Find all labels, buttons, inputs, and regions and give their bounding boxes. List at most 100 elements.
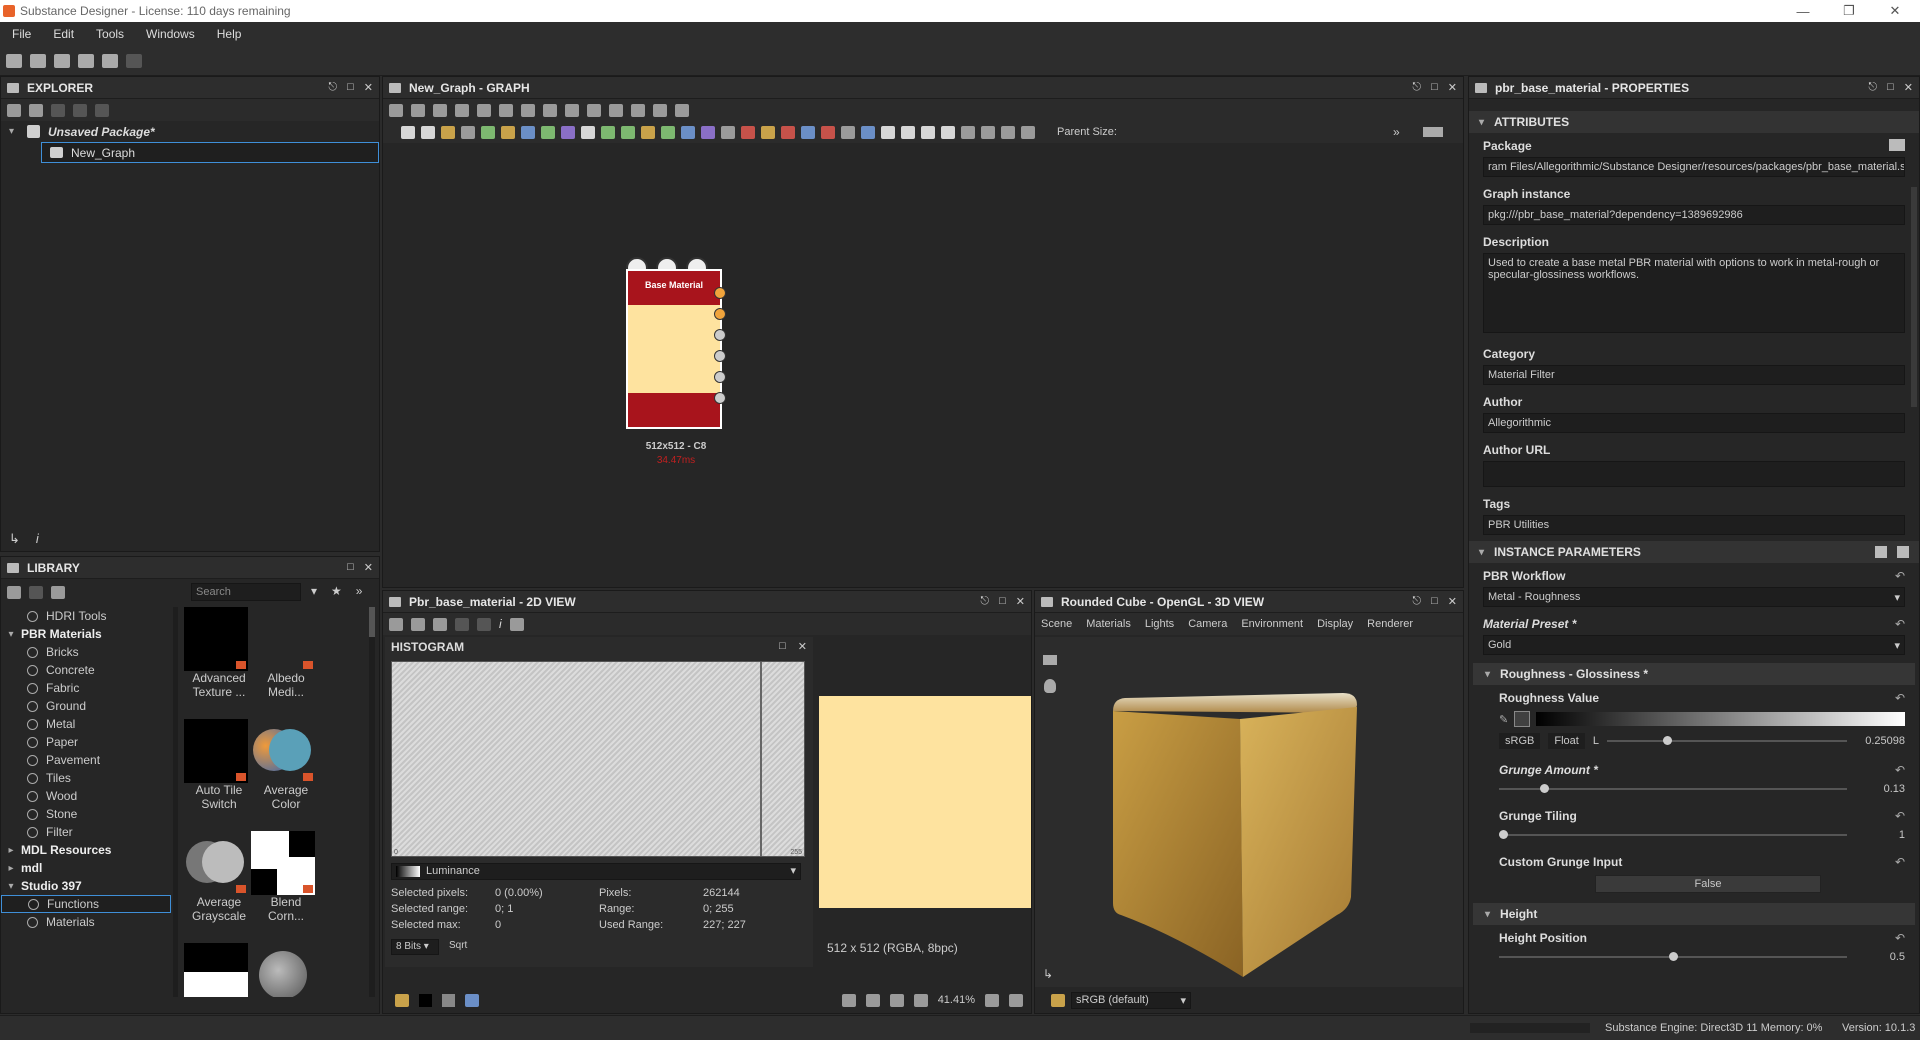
chevron-down-icon[interactable]: ▾	[9, 126, 27, 137]
rough-gradient-bar[interactable]	[1536, 712, 1905, 726]
layers-icon[interactable]	[395, 993, 409, 1007]
fit-icon[interactable]	[389, 103, 403, 117]
menu-file[interactable]: File	[12, 27, 31, 41]
info-icon[interactable]: i	[499, 617, 502, 631]
node-color-icon[interactable]	[441, 125, 455, 139]
tile-icon[interactable]	[455, 617, 469, 631]
node-transform-icon[interactable]	[521, 125, 535, 139]
chevron-right-icon[interactable]: ▸	[1, 863, 21, 874]
menu-camera[interactable]: Camera	[1188, 618, 1227, 630]
node-output-icon[interactable]	[721, 125, 735, 139]
branch-icon[interactable]	[587, 103, 601, 117]
output-port[interactable]	[714, 287, 726, 299]
more-icon[interactable]: »	[356, 584, 363, 598]
filter-icon[interactable]: ▾	[311, 584, 317, 598]
save-icon[interactable]	[78, 53, 94, 68]
node-warning-icon[interactable]	[761, 125, 775, 139]
library-group[interactable]: ▸ MDL Resources	[1, 841, 171, 859]
toolbar-overflow-icon[interactable]: »	[1393, 125, 1400, 139]
center-icon[interactable]	[913, 993, 928, 1007]
float-toggle[interactable]: Float	[1548, 733, 1585, 749]
close-panel-icon[interactable]: ✕	[1904, 81, 1913, 94]
library-item[interactable]: Tiles	[1, 769, 171, 787]
reset-icon[interactable]: ↶	[1895, 691, 1905, 705]
graph-options-icon[interactable]	[1423, 127, 1443, 137]
menu-tools[interactable]: Tools	[96, 27, 124, 41]
refresh-icon[interactable]	[29, 585, 43, 599]
library-group[interactable]: ▸ mdl	[1, 859, 171, 877]
node-value-icon[interactable]	[921, 125, 935, 139]
3d-viewport[interactable]: ↳	[1035, 637, 1463, 987]
colorspace-select[interactable]: sRGB (default) ▾	[1071, 991, 1191, 1009]
grunge-amount-value[interactable]: 0.13	[1855, 783, 1905, 795]
float-icon[interactable]: □	[999, 595, 1006, 608]
align-icon[interactable]	[499, 103, 513, 117]
bg-checker-icon[interactable]	[442, 993, 455, 1007]
thumb-blend-corners[interactable]	[251, 831, 315, 895]
library-group[interactable]: ▾ Studio 397	[1, 877, 171, 895]
custom-grunge-button[interactable]: False	[1595, 875, 1821, 893]
library-item[interactable]: Pavement	[1, 751, 171, 769]
pan-icon[interactable]	[411, 103, 425, 117]
grunge-tiling-value[interactable]: 1	[1855, 829, 1905, 841]
close-panel-icon[interactable]: ✕	[798, 640, 807, 653]
float-icon[interactable]: □	[1431, 595, 1438, 608]
float-icon[interactable]: □	[779, 640, 786, 653]
node-noise-icon[interactable]	[701, 125, 715, 139]
pin-icon[interactable]: ⎋	[1412, 81, 1421, 94]
reset-icon[interactable]: ↶	[1895, 763, 1905, 777]
close-panel-icon[interactable]: ✕	[364, 561, 373, 574]
thumb-albedo[interactable]	[251, 607, 315, 671]
package-field[interactable]: ram Files/Allegorithmic/Substance Design…	[1483, 157, 1905, 177]
output-port[interactable]	[714, 350, 726, 362]
sqrt-toggle[interactable]: Sqrt	[449, 940, 467, 951]
pin-icon[interactable]: ⎋	[1868, 81, 1877, 94]
node-svg-icon[interactable]	[421, 125, 435, 139]
output-port[interactable]	[714, 392, 726, 404]
preset-select[interactable]: Gold ▾	[1483, 635, 1905, 655]
crop-icon[interactable]	[675, 103, 689, 117]
library-item[interactable]: HDRI Tools	[1, 607, 171, 625]
float-icon[interactable]: □	[347, 81, 354, 94]
node-frame-icon[interactable]	[941, 125, 955, 139]
library-item[interactable]: Metal	[1, 715, 171, 733]
layout-icon[interactable]	[521, 103, 535, 117]
author-url-field[interactable]	[1483, 461, 1905, 487]
bits-select[interactable]: 8 Bits ▾	[391, 939, 439, 955]
node-body[interactable]: Base Material	[626, 269, 722, 429]
add-library-icon[interactable]	[7, 585, 21, 599]
folder-icon[interactable]	[1889, 139, 1905, 151]
srgb-toggle[interactable]: sRGB	[1499, 733, 1541, 749]
bg-black-icon[interactable]	[419, 993, 432, 1007]
bg-image-icon[interactable]	[465, 993, 479, 1007]
float-icon[interactable]: □	[347, 561, 354, 574]
roughness-group[interactable]: ▾ Roughness - Glossiness *	[1473, 663, 1915, 685]
list-icon[interactable]	[543, 103, 557, 117]
info-icon[interactable]: i	[36, 531, 39, 547]
histogram-graph[interactable]: 0 255	[391, 661, 805, 857]
grunge-tiling-slider[interactable]	[1499, 830, 1847, 840]
hierarchy-icon[interactable]	[565, 103, 579, 117]
node-blur-icon[interactable]	[561, 125, 575, 139]
search-icon[interactable]	[477, 103, 491, 117]
menu-lights[interactable]: Lights	[1145, 618, 1174, 630]
graph-instance-field[interactable]: pkg:///pbr_base_material?dependency=1389…	[1483, 205, 1905, 225]
reset-icon[interactable]: ↶	[1895, 809, 1905, 823]
node-gradient-icon[interactable]	[481, 125, 495, 139]
uv-icon[interactable]	[477, 617, 491, 631]
library-tree-scrollbar[interactable]	[173, 607, 178, 997]
zoom-level[interactable]: 41.41%	[938, 994, 975, 1006]
zoom-reset-icon[interactable]	[985, 993, 999, 1007]
node-levels-icon[interactable]	[601, 125, 615, 139]
node-normal-icon[interactable]	[621, 125, 635, 139]
export-image-icon[interactable]	[433, 617, 447, 631]
tags-field[interactable]: PBR Utilities	[1483, 515, 1905, 535]
comment-icon[interactable]	[961, 125, 975, 139]
description-field[interactable]: Used to create a base metal PBR material…	[1483, 253, 1905, 333]
library-item[interactable]: Paper	[1, 733, 171, 751]
menu-renderer[interactable]: Renderer	[1367, 618, 1413, 630]
library-item[interactable]: Materials	[1, 913, 171, 931]
lock-icon[interactable]	[1009, 993, 1023, 1007]
node-wave-icon[interactable]	[741, 125, 755, 139]
histogram-icon[interactable]	[509, 617, 524, 631]
